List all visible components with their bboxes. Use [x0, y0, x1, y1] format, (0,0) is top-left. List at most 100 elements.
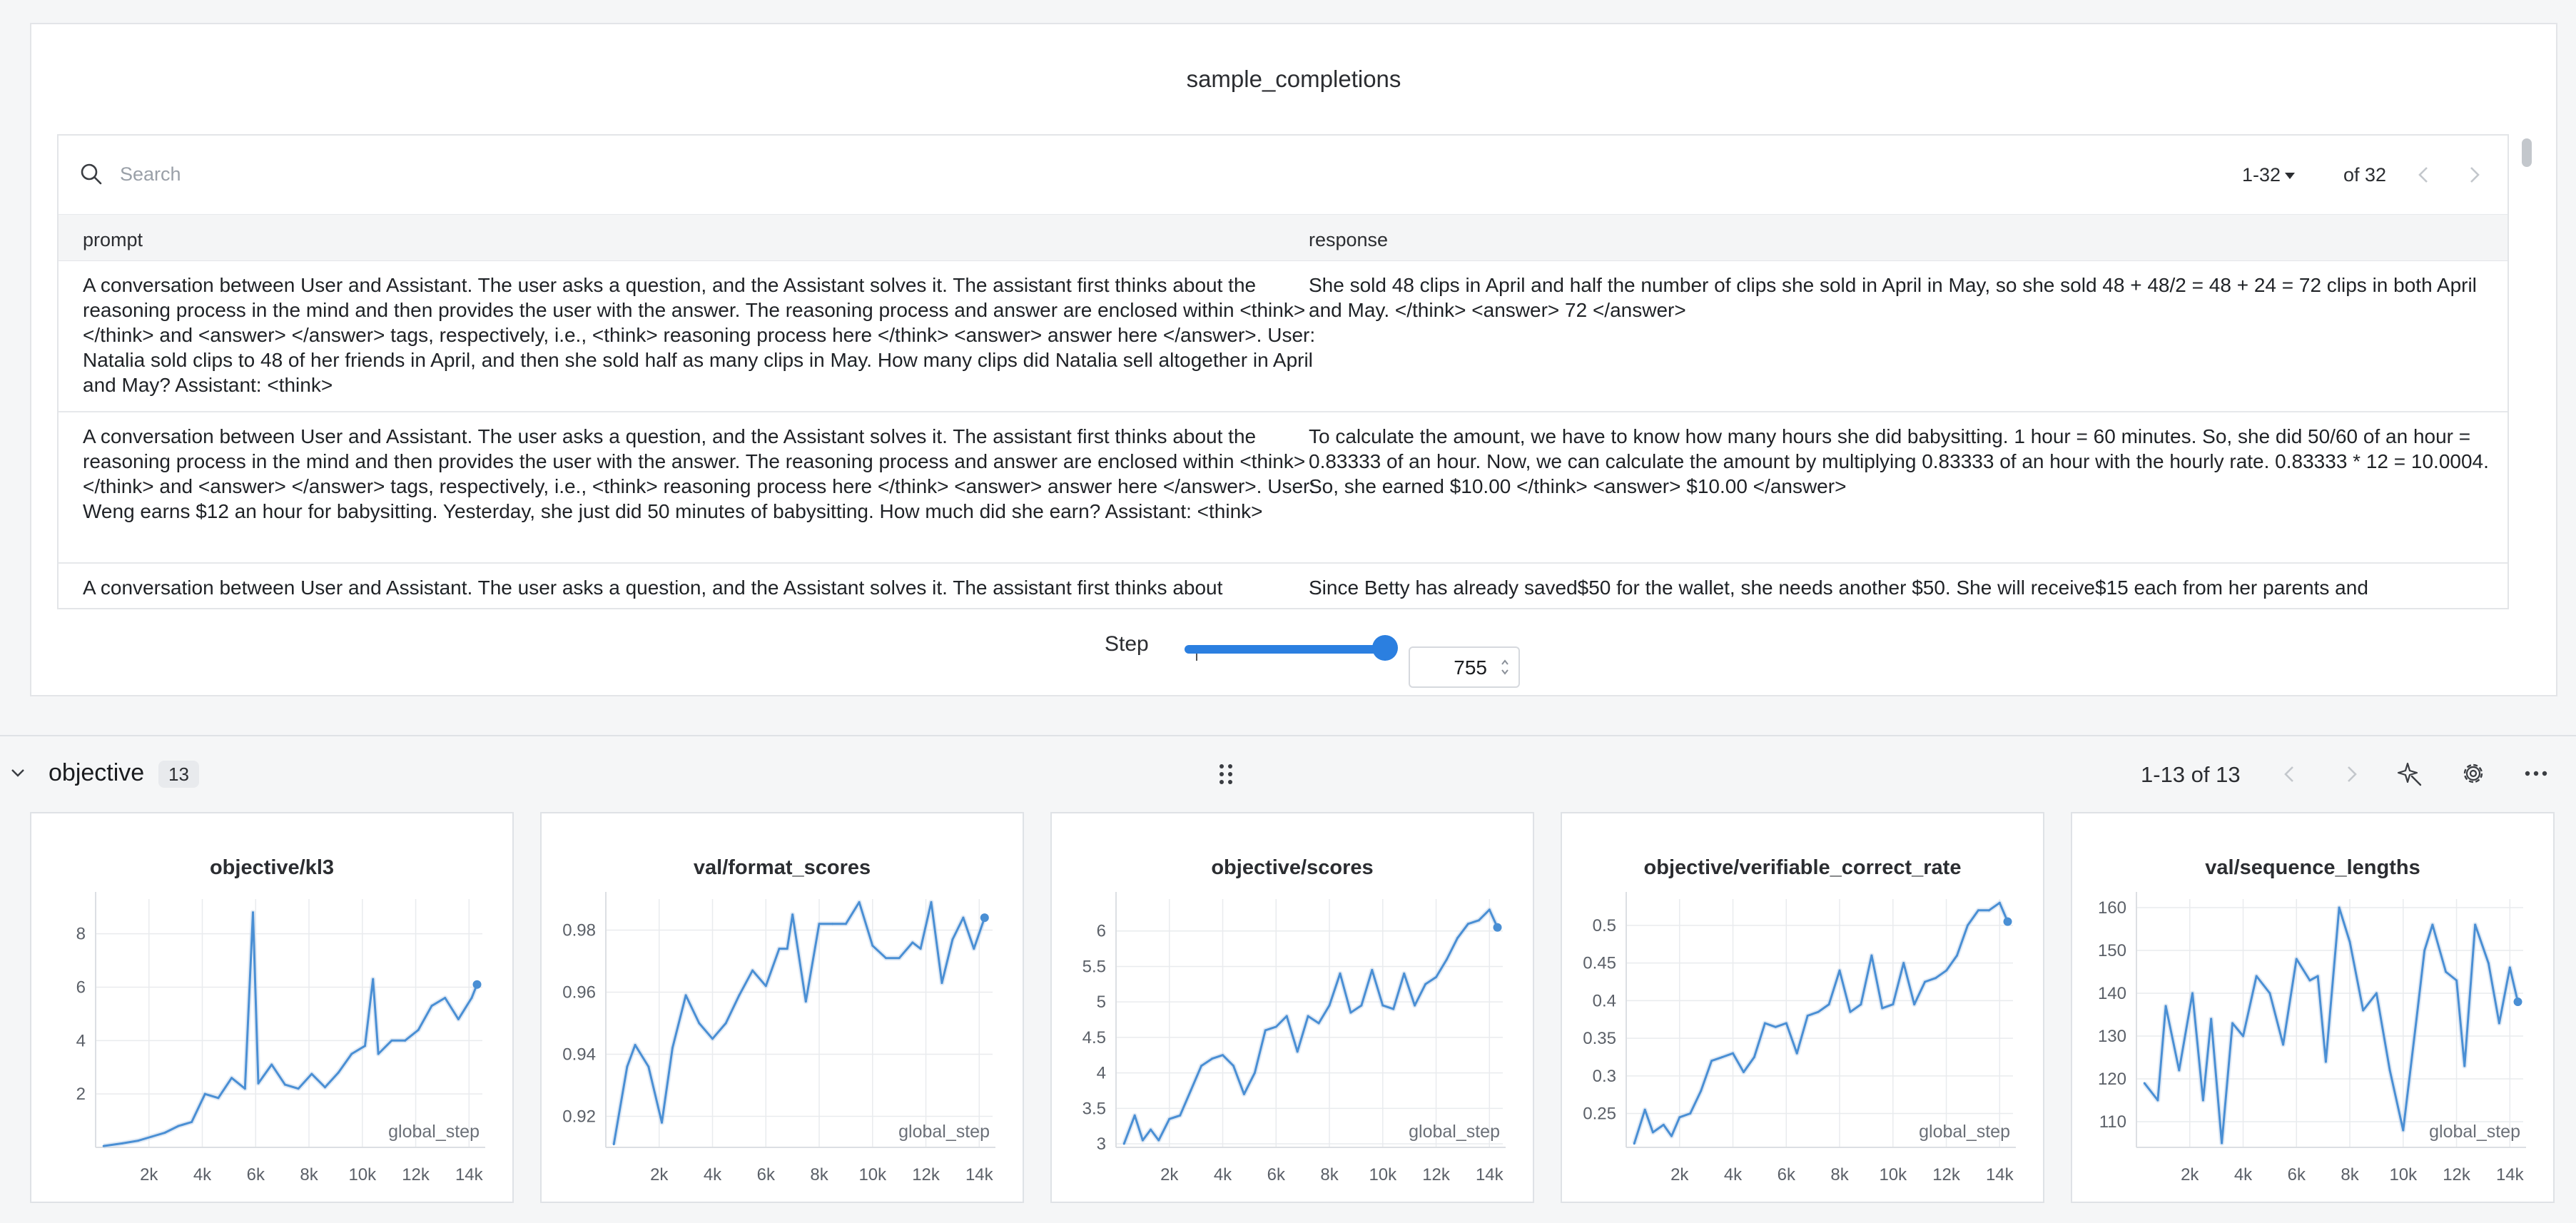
data-point: [951, 938, 954, 941]
chart-panel-kl3[interactable]: objective/kl3 2 4 6 8 2k 4k 6k 8k 10k 12k 14k globa…: [30, 812, 514, 1203]
last-point-marker: [2003, 917, 2012, 926]
data-point: [2295, 958, 2298, 960]
data-point: [1371, 968, 1374, 971]
y-tick-label: 110: [2099, 1112, 2126, 1132]
x-tick-label: 10k: [1879, 1165, 1907, 1184]
x-axis-label: global_step: [1919, 1122, 2010, 1142]
drag-handle-icon[interactable]: [1217, 762, 1234, 786]
data-point: [2164, 1005, 2167, 1008]
slider-thumb[interactable]: [1372, 635, 1399, 661]
data-point: [1913, 1003, 1916, 1006]
data-point: [884, 957, 887, 960]
data-point: [283, 1083, 286, 1086]
data-point: [1721, 1055, 1724, 1058]
data-point: [2201, 1099, 2204, 1102]
data-point: [2191, 992, 2194, 995]
data-point: [2255, 975, 2258, 978]
step-slider[interactable]: [1185, 635, 1399, 661]
search-input[interactable]: [120, 157, 1190, 191]
data-point: [203, 1092, 206, 1095]
data-point: [844, 923, 847, 925]
chart-panel-format-scores[interactable]: val/format_scores 0.92 0.94 0.96 0.98 2k 4k 6k…: [540, 812, 1024, 1203]
data-point: [1633, 1142, 1636, 1145]
chevron-left-icon[interactable]: [2279, 763, 2301, 785]
data-point: [738, 994, 741, 997]
data-point: [2388, 1069, 2391, 1072]
data-point: [430, 1005, 433, 1008]
x-axis-label: global_step: [898, 1122, 990, 1142]
data-point: [898, 957, 901, 960]
data-point: [1662, 1123, 1665, 1126]
chart-panel-sequence-lengths[interactable]: val/sequence_lengths 110 120 130 140 150 160 2…: [2071, 812, 2555, 1203]
y-tick-label: 6: [76, 978, 86, 997]
section-header: objective 13 1-13 of 13: [0, 742, 2576, 806]
y-tick-label: 2: [76, 1085, 86, 1104]
data-point: [2282, 1043, 2285, 1046]
data-point: [1870, 954, 1873, 957]
table-scrollbar[interactable]: [2522, 138, 2532, 167]
data-point: [930, 900, 933, 903]
page-total: of 32: [2343, 164, 2387, 186]
data-point: [1307, 1015, 1309, 1018]
spinner-icon[interactable]: [1500, 656, 1510, 678]
y-tick-label: 0.96: [562, 983, 596, 1003]
column-header-response[interactable]: response: [1309, 229, 1388, 251]
x-tick-label: 6k: [1267, 1165, 1286, 1184]
data-point: [457, 1018, 460, 1020]
data-point: [404, 1039, 407, 1042]
y-tick-label: 0.5: [1593, 916, 1616, 935]
data-point: [2455, 979, 2458, 982]
chevron-right-icon[interactable]: [2463, 164, 2485, 186]
chevron-down-icon[interactable]: [9, 763, 27, 782]
more-icon[interactable]: [2522, 759, 2550, 788]
column-header-prompt[interactable]: prompt: [83, 229, 143, 251]
data-point: [818, 923, 821, 925]
slider-tick: [1196, 654, 1197, 661]
y-tick-label: 0.4: [1593, 991, 1616, 1010]
data-point: [1763, 1022, 1766, 1025]
data-point: [1710, 1060, 1713, 1062]
data-point: [2324, 1060, 2327, 1063]
data-point: [177, 1125, 180, 1127]
data-point: [751, 969, 754, 972]
data-point: [1200, 1065, 1203, 1067]
chevron-left-icon[interactable]: [2413, 164, 2435, 186]
response-cell: She sold 48 clips in April and half the …: [1309, 274, 2483, 321]
y-tick-label: 8: [76, 925, 86, 944]
y-tick-label: 130: [2098, 1027, 2126, 1046]
line-chart: 2 4 6 8 2k 4k 6k 8k 10k 12k 14k global_step: [76, 892, 485, 1184]
x-tick-label: 4k: [704, 1165, 722, 1184]
data-point: [660, 1121, 663, 1124]
y-tick-label: 0.45: [1583, 954, 1616, 973]
section-title[interactable]: objective: [49, 759, 144, 787]
data-point: [1902, 962, 1905, 965]
chevron-right-icon[interactable]: [2341, 763, 2362, 785]
data-point: [2178, 1069, 2181, 1072]
table-row: A conversation between User and Assistan…: [59, 412, 2507, 564]
data-point: [1466, 923, 1469, 925]
prompt-cell: A conversation between User and Assistan…: [83, 577, 1223, 599]
chart-panel-verifiable-correct-rate[interactable]: objective/verifiable_correct_rate 0.25 0.…: [1561, 812, 2044, 1203]
data-point: [337, 1071, 340, 1074]
data-point: [2375, 992, 2378, 995]
data-point: [1456, 937, 1459, 940]
series-band: [1631, 900, 2010, 1145]
slider-track[interactable]: [1185, 645, 1387, 654]
page-range-select[interactable]: 1-32: [2242, 164, 2296, 186]
data-point: [647, 1065, 650, 1068]
search-icon: [81, 163, 102, 185]
data-point: [1381, 1004, 1384, 1007]
chart-panel-scores[interactable]: objective/scores 3 3.5 4 4.5 5 5.5 6 2k 4k 6k 8k 10…: [1050, 812, 1534, 1203]
sparkle-icon[interactable]: [2396, 759, 2425, 788]
data-point: [2348, 940, 2351, 943]
series-band: [103, 910, 480, 1149]
step-number-input[interactable]: 755: [1409, 646, 1520, 688]
data-point: [2402, 1129, 2405, 1132]
x-tick-label: 8k: [300, 1165, 318, 1184]
gear-icon[interactable]: [2459, 759, 2488, 788]
data-point: [1157, 1139, 1160, 1142]
last-point-marker: [2513, 998, 2522, 1006]
data-point: [1998, 901, 2001, 904]
data-point: [1785, 1022, 1788, 1025]
data-point: [791, 913, 794, 916]
